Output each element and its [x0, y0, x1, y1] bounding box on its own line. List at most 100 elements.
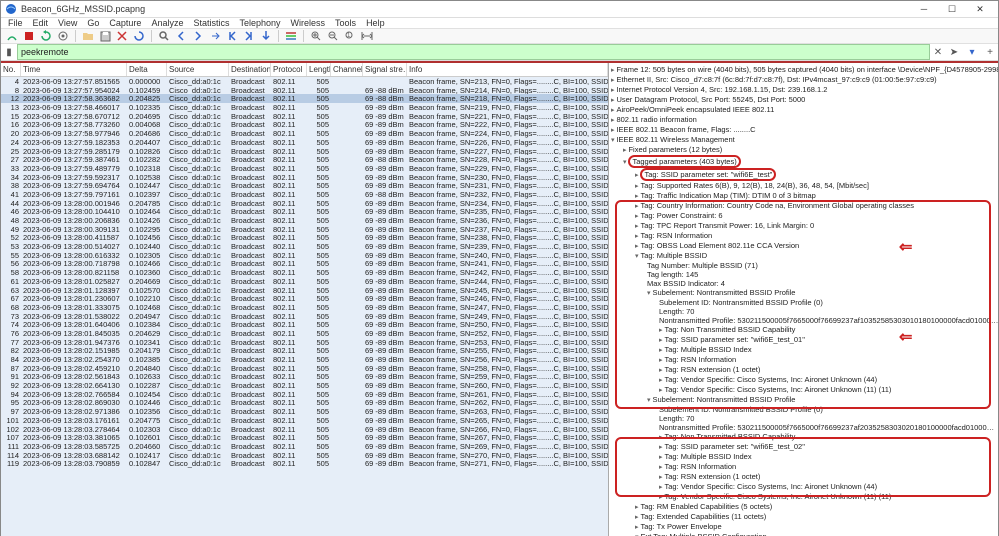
packet-row[interactable]: 272023-06-09 13:27:59.3874610.102282Cisc… [1, 155, 608, 164]
packet-row[interactable]: 492023-06-09 13:28:00.3091310.102295Cisc… [1, 225, 608, 234]
menu-help[interactable]: Help [361, 18, 390, 28]
packet-row[interactable]: 82023-06-09 13:27:57.9540240.102459Cisco… [1, 86, 608, 95]
tree-node[interactable]: Tag: RSN extension (1 octet) [611, 365, 996, 375]
menu-telephony[interactable]: Telephony [234, 18, 285, 28]
tree-node[interactable]: Ethernet II, Src: Cisco_d7:c8:7f (6c:8d:… [611, 75, 996, 85]
close-button[interactable]: ✕ [966, 1, 994, 17]
packet-row[interactable]: 872023-06-09 13:28:02.4592100.204840Cisc… [1, 364, 608, 373]
start-capture-icon[interactable] [5, 29, 19, 43]
menu-view[interactable]: View [53, 18, 82, 28]
tree-node[interactable]: IEEE 802.11 Wireless Management [611, 135, 996, 145]
tree-node[interactable]: Tag: SSID parameter set: "wifi6E_test" [611, 168, 996, 181]
packet-row[interactable]: 632023-06-09 13:28:01.1283970.102570Cisc… [1, 286, 608, 295]
close-file-icon[interactable] [115, 29, 129, 43]
column-time[interactable]: Time [21, 63, 127, 76]
bookmark-icon[interactable]: ▮ [1, 44, 17, 60]
open-icon[interactable] [81, 29, 95, 43]
tree-node[interactable]: Tag: RSN Information [611, 231, 996, 241]
column-protocol[interactable]: Protocol [271, 63, 307, 76]
tree-node[interactable]: Subelement: Nontransmitted BSSID Profile [611, 288, 996, 298]
packet-row[interactable]: 742023-06-09 13:28:01.6404060.102384Cisc… [1, 320, 608, 329]
tree-node[interactable]: Ext Tag: Multiple BSSID Configuration [611, 532, 996, 536]
tree-node[interactable]: Tagged parameters (403 bytes) [611, 155, 996, 168]
packet-row[interactable]: 762023-06-09 13:28:01.8450350.204629Cisc… [1, 329, 608, 338]
column-destination[interactable]: Destination [229, 63, 271, 76]
packet-row[interactable]: 842023-06-09 13:28:02.2543700.102385Cisc… [1, 355, 608, 364]
tree-node[interactable]: Tag: TPC Report Transmit Power: 16, Link… [611, 221, 996, 231]
filter-add-button[interactable]: + [982, 44, 998, 60]
tree-node[interactable]: Max BSSID Indicator: 4 [611, 279, 996, 288]
packet-row[interactable]: 732023-06-09 13:28:01.5380220.204947Cisc… [1, 312, 608, 321]
last-icon[interactable] [242, 29, 256, 43]
column-delta[interactable]: Delta [127, 63, 167, 76]
packet-row[interactable]: 532023-06-09 13:28:00.5140270.102440Cisc… [1, 242, 608, 251]
packet-row[interactable]: 522023-06-09 13:28:00.4115870.102456Cisc… [1, 233, 608, 242]
packet-row[interactable]: 912023-06-09 13:28:02.5618430.102633Cisc… [1, 372, 608, 381]
options-icon[interactable] [56, 29, 70, 43]
tree-node[interactable]: Tag: Multiple BSSID Index [611, 452, 996, 462]
packet-row[interactable]: 612023-06-09 13:28:01.0258270.204669Cisc… [1, 277, 608, 286]
packet-row[interactable]: 152023-06-09 13:27:58.6707120.204695Cisc… [1, 112, 608, 121]
tree-node[interactable]: Length: 70 [611, 307, 996, 316]
column-signalstre[interactable]: Signal stre… [363, 63, 407, 76]
packet-row[interactable]: 342023-06-09 13:27:59.5923170.102538Cisc… [1, 173, 608, 182]
menu-go[interactable]: Go [82, 18, 104, 28]
menu-wireless[interactable]: Wireless [286, 18, 331, 28]
tree-node[interactable]: Tag: Vendor Specific: Cisco Systems, Inc… [611, 385, 996, 395]
packet-row[interactable]: 552023-06-09 13:28:00.6163320.102305Cisc… [1, 251, 608, 260]
tree-node[interactable]: Tag: Country Information: Country Code n… [611, 201, 996, 211]
tree-node[interactable]: Subelement: Nontransmitted BSSID Profile [611, 395, 996, 405]
maximize-button[interactable]: ☐ [938, 1, 966, 17]
tree-node[interactable]: Fixed parameters (12 bytes) [611, 145, 996, 155]
packet-row[interactable]: 1112023-06-09 13:28:03.5857250.204660Cis… [1, 442, 608, 451]
packet-row[interactable]: 42023-06-09 13:27:57.8515650.000000Cisco… [1, 77, 608, 86]
packet-row[interactable]: 482023-06-09 13:28:00.2068360.102426Cisc… [1, 216, 608, 225]
menu-capture[interactable]: Capture [104, 18, 146, 28]
packet-row[interactable]: 332023-06-09 13:27:59.4897790.102318Cisc… [1, 164, 608, 173]
packet-row[interactable]: 562023-06-09 13:28:00.7187980.102466Cisc… [1, 259, 608, 268]
packet-row[interactable]: 412023-06-09 13:27:59.7971610.102397Cisc… [1, 190, 608, 199]
colorize-icon[interactable] [284, 29, 298, 43]
tree-node[interactable]: Tag: Multiple BSSID Index [611, 345, 996, 355]
filter-expr-button[interactable]: ▾ [962, 44, 982, 60]
prev-icon[interactable] [174, 29, 188, 43]
packet-row[interactable]: 952023-06-09 13:28:02.8690300.102446Cisc… [1, 398, 608, 407]
tree-node[interactable]: Tag: Non Transmitted BSSID Capability [611, 432, 996, 442]
tree-node[interactable]: Tag: RM Enabled Capabilities (5 octets) [611, 502, 996, 512]
tree-node[interactable]: Tag: Tx Power Envelope [611, 522, 996, 532]
goto-icon[interactable] [208, 29, 222, 43]
zoom-out-icon[interactable] [326, 29, 340, 43]
zoom-reset-icon[interactable]: 1 [343, 29, 357, 43]
packet-row[interactable]: 1192023-06-09 13:28:03.7908590.102847Cis… [1, 459, 608, 468]
tree-node[interactable]: Tag: Vendor Specific: Cisco Systems, Inc… [611, 375, 996, 385]
column-info[interactable]: Info [407, 63, 608, 76]
autoscroll-icon[interactable] [259, 29, 273, 43]
column-length[interactable]: Length [307, 63, 331, 76]
column-channel[interactable]: Channel [331, 63, 363, 76]
menu-file[interactable]: File [3, 18, 28, 28]
menu-analyze[interactable]: Analyze [146, 18, 188, 28]
tree-node[interactable]: User Datagram Protocol, Src Port: 55245,… [611, 95, 996, 105]
packet-row[interactable]: 682023-06-09 13:28:01.3330750.102468Cisc… [1, 303, 608, 312]
tree-node[interactable]: Tag: Extended Capabilities (11 octets) [611, 512, 996, 522]
column-no[interactable]: No. [1, 63, 21, 76]
zoom-in-icon[interactable] [309, 29, 323, 43]
tree-node[interactable]: Tag: RSN extension (1 octet) [611, 472, 996, 482]
tree-node[interactable]: Tag: Traffic Indication Map (TIM): DTIM … [611, 191, 996, 201]
packet-row[interactable]: 242023-06-09 13:27:59.1823530.204407Cisc… [1, 138, 608, 147]
tree-node[interactable]: Tag length: 145 [611, 270, 996, 279]
packet-row[interactable]: 1022023-06-09 13:28:03.2784640.102303Cis… [1, 425, 608, 434]
column-source[interactable]: Source [167, 63, 229, 76]
tree-node[interactable]: Subelement ID: Nontransmitted BSSID Prof… [611, 405, 996, 414]
menu-edit[interactable]: Edit [28, 18, 54, 28]
first-icon[interactable] [225, 29, 239, 43]
packet-row[interactable]: 942023-06-09 13:28:02.7665840.102454Cisc… [1, 390, 608, 399]
tree-node[interactable]: Nontransmitted Profile: 530211500005f766… [611, 316, 996, 325]
menu-tools[interactable]: Tools [330, 18, 361, 28]
tree-node[interactable]: Tag: Multiple BSSID [611, 251, 996, 261]
packet-row[interactable]: 382023-06-09 13:27:59.6947640.102447Cisc… [1, 181, 608, 190]
packet-row[interactable]: 672023-06-09 13:28:01.2306070.102210Cisc… [1, 294, 608, 303]
display-filter-input[interactable] [17, 44, 930, 60]
tree-node[interactable]: Frame 12: 505 bytes on wire (4040 bits),… [611, 65, 996, 75]
packet-row[interactable]: 132023-06-09 13:27:58.4660170.102335Cisc… [1, 103, 608, 112]
